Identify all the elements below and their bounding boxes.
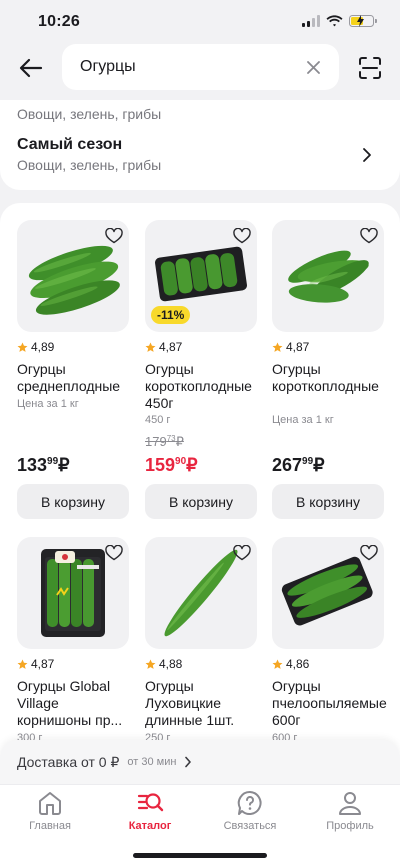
product-name: Огурцы короткоплодные	[272, 361, 379, 394]
product-image[interactable]	[17, 537, 129, 649]
star-icon	[272, 342, 283, 352]
product-card[interactable]: 4,86 Огурцы пчелоопыляемые 600г 600 г	[272, 537, 387, 747]
search-input[interactable]: Огурцы	[80, 58, 303, 76]
product-price: 26799₽	[272, 455, 325, 475]
search-field[interactable]: Огурцы	[62, 44, 339, 90]
product-image[interactable]	[17, 220, 129, 332]
star-icon	[145, 659, 156, 669]
category-suggestions: Овощи, зелень, грибы Самый сезон Овощи, …	[0, 100, 400, 190]
close-icon	[306, 60, 320, 74]
star-icon	[17, 659, 28, 669]
delivery-time: от 30 мин	[127, 756, 177, 768]
home-icon	[39, 792, 61, 815]
tab-bar: Главная Каталог Связаться Профиль	[0, 784, 400, 866]
heart-icon[interactable]	[360, 228, 378, 244]
product-card[interactable]: -11% 4,87 Огурцы короткоплодные 450г 450…	[145, 220, 257, 520]
product-image[interactable]	[145, 537, 257, 649]
product-rating: 4,88	[145, 657, 182, 671]
heart-icon[interactable]	[105, 228, 123, 244]
clear-search-button[interactable]	[303, 57, 323, 77]
product-image[interactable]	[272, 537, 384, 649]
product-card[interactable]: 4,89 Огурцы среднеплодные Цена за 1 кг 1…	[17, 220, 129, 520]
status-icons	[302, 15, 377, 27]
wifi-icon	[326, 15, 343, 27]
category-item-season[interactable]: Самый сезон Овощи, зелень, грибы	[0, 136, 400, 180]
product-name: Огурцы Global Village корнишоны пр...	[17, 678, 123, 728]
catalog-search-icon	[137, 793, 164, 812]
product-unit: Цена за 1 кг	[17, 398, 79, 410]
tab-contact[interactable]: Связаться	[210, 789, 290, 832]
tab-profile[interactable]: Профиль	[310, 789, 390, 832]
delivery-banner[interactable]: Доставка от 0 ₽ от 30 мин	[0, 740, 400, 784]
add-to-cart-button[interactable]: В корзину	[145, 484, 257, 519]
category-subtitle: Овощи, зелень, грибы	[17, 157, 162, 173]
category-prev-subtitle: Овощи, зелень, грибы	[17, 106, 162, 122]
chevron-right-icon	[363, 148, 371, 162]
signal-icon	[302, 15, 320, 27]
search-header: Огурцы	[0, 44, 400, 92]
product-rating: 4,89	[17, 340, 54, 354]
arrow-left-icon	[19, 58, 43, 78]
product-card[interactable]: 4,87 Огурцы короткоплодные Цена за 1 кг …	[272, 220, 384, 520]
profile-icon	[339, 792, 361, 815]
product-card[interactable]: 4,87 Огурцы Global Village корнишоны пр.…	[17, 537, 129, 747]
back-button[interactable]	[16, 54, 46, 82]
heart-icon[interactable]	[233, 545, 251, 561]
product-unit: Цена за 1 кг	[272, 414, 334, 426]
product-unit: 450 г	[145, 414, 171, 426]
product-rating: 4,87	[272, 340, 309, 354]
heart-icon[interactable]	[233, 228, 251, 244]
add-to-cart-button[interactable]: В корзину	[17, 484, 129, 519]
chevron-right-icon	[185, 756, 192, 768]
product-name: Огурцы Луховицкие длинные 1шт.	[145, 678, 235, 728]
product-rating: 4,86	[272, 657, 309, 671]
delivery-price: Доставка от 0 ₽	[17, 753, 120, 770]
product-card[interactable]: 4,88 Огурцы Луховицкие длинные 1шт. 250 …	[145, 537, 257, 747]
heart-icon[interactable]	[105, 545, 123, 561]
product-rating: 4,87	[145, 340, 182, 354]
add-to-cart-button[interactable]: В корзину	[272, 484, 384, 519]
battery-icon	[349, 15, 377, 27]
discount-badge: -11%	[151, 306, 191, 324]
star-icon	[17, 342, 28, 352]
scan-icon	[359, 57, 381, 79]
product-image[interactable]: -11%	[145, 220, 257, 332]
product-price: 13399₽	[17, 455, 70, 475]
tab-catalog[interactable]: Каталог	[110, 789, 190, 832]
star-icon	[145, 342, 156, 352]
status-bar: 10:26	[0, 0, 400, 44]
heart-icon[interactable]	[360, 545, 378, 561]
scan-button[interactable]	[356, 54, 384, 82]
home-indicator	[133, 853, 267, 858]
help-icon	[237, 790, 262, 815]
product-name: Огурцы среднеплодные	[17, 361, 121, 394]
star-icon	[272, 659, 283, 669]
product-name: Огурцы короткоплодные 450г	[145, 361, 252, 411]
tab-home[interactable]: Главная	[10, 789, 90, 832]
product-price: 15990₽	[145, 455, 198, 475]
status-time: 10:26	[38, 13, 80, 30]
category-title: Самый сезон	[17, 136, 123, 153]
product-image[interactable]	[272, 220, 384, 332]
product-name: Огурцы пчелоопыляемые 600г	[272, 678, 387, 728]
product-old-price: 17973₽	[145, 434, 184, 449]
product-rating: 4,87	[17, 657, 54, 671]
